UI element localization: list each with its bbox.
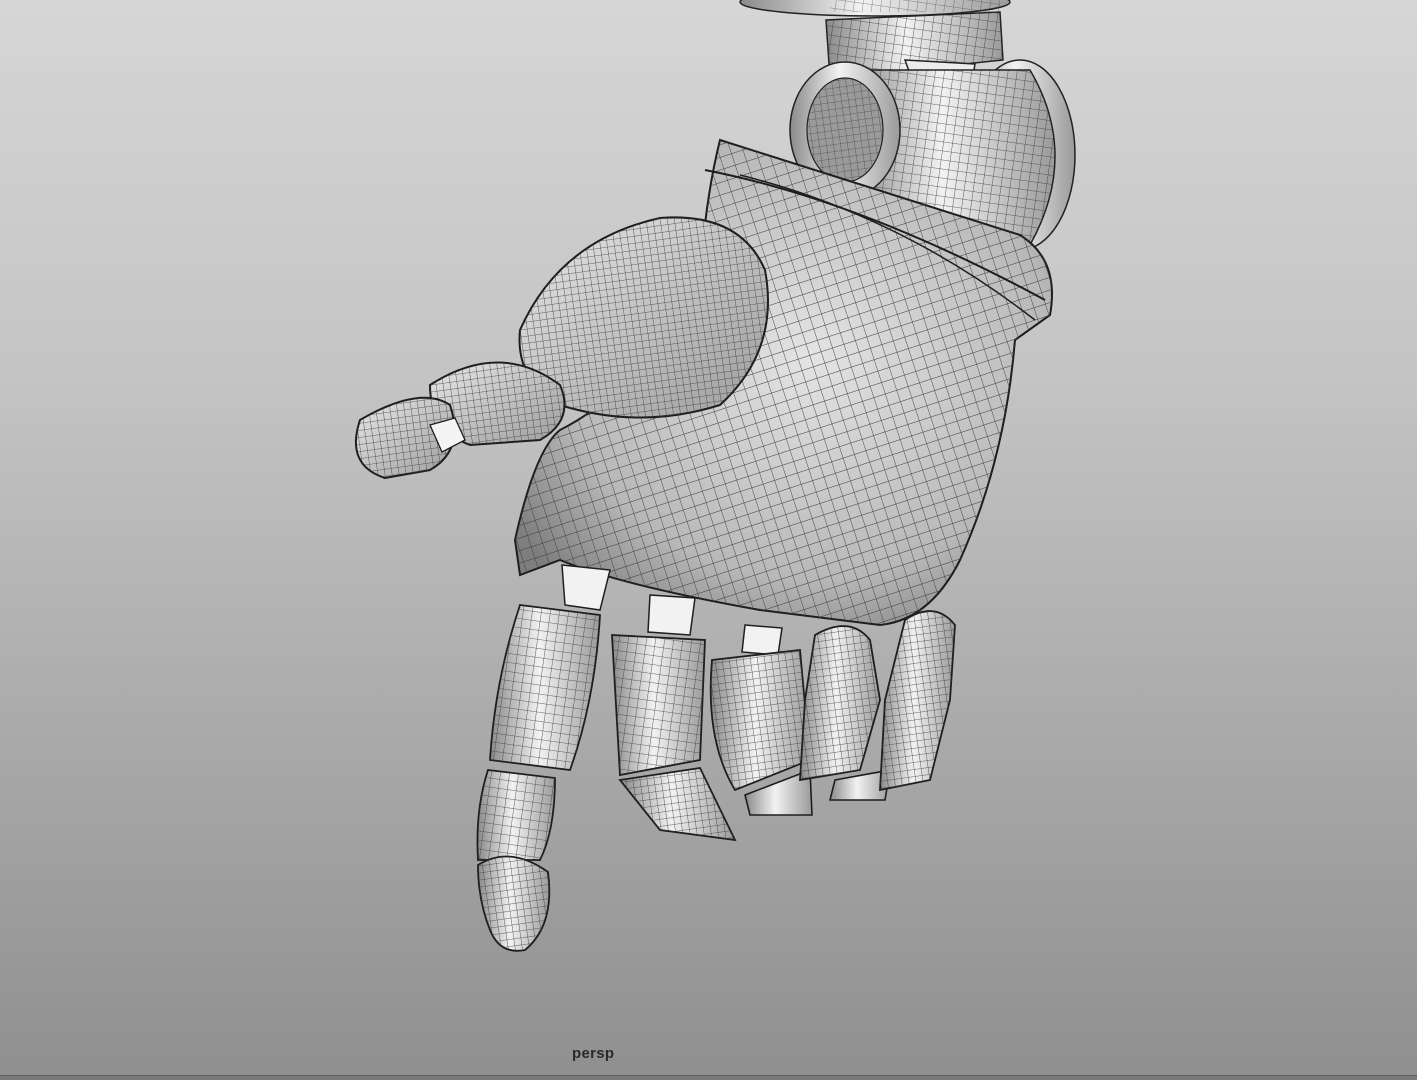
robot-hand-wireframe-model[interactable] xyxy=(0,0,1417,1080)
outer-finger xyxy=(879,610,956,792)
pinky-finger xyxy=(799,625,891,801)
viewport-bottom-border xyxy=(0,1075,1417,1080)
index-finger xyxy=(476,564,611,952)
camera-name-label: persp xyxy=(572,1045,615,1062)
ring-finger xyxy=(709,624,813,816)
perspective-viewport[interactable]: persp xyxy=(0,0,1417,1080)
